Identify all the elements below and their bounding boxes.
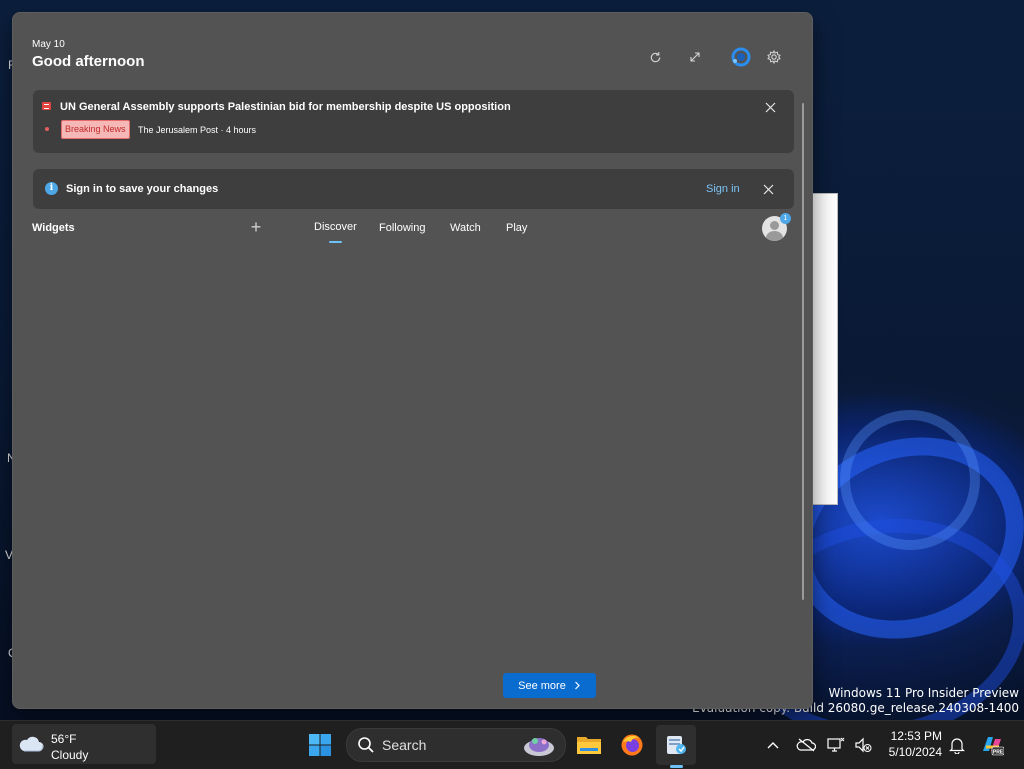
refresh-icon [650,51,660,62]
settings-button[interactable] [763,46,785,68]
watermark-line-1: Windows 11 Pro Insider Preview [828,686,1019,700]
date-label: May 10 [32,39,65,50]
onedrive-button[interactable] [794,733,818,757]
taskbar-search-box[interactable]: Search [346,728,566,762]
sign-in-banner: i Sign in to save your changes Sign in [33,169,794,209]
avatar-head [770,221,779,230]
network-button[interactable] [824,733,848,757]
news-source-icon [42,102,51,110]
tab-following[interactable]: Following [379,222,425,234]
greeting-title: Good afternoon [32,53,145,70]
add-widget-button[interactable]: + [247,218,265,236]
start-icon [309,734,331,756]
info-icon: i [45,182,58,195]
sign-in-link[interactable]: Sign in [706,183,740,195]
widgets-section-label: Widgets [32,222,75,234]
copilot-taskbar-button[interactable]: PRE [980,733,1004,757]
file-explorer-button[interactable] [569,725,609,765]
network-icon [827,737,845,752]
tab-watch[interactable]: Watch [450,222,481,234]
chevron-right-icon [574,681,580,690]
search-highlight-icon [524,738,554,756]
refresh-button[interactable] [644,46,666,68]
dismiss-news-button[interactable] [760,97,780,117]
search-icon [358,737,374,753]
svg-text:PRE: PRE [993,750,1004,756]
settings-icon [767,50,781,64]
weather-widget[interactable]: 56°F Cloudy [12,724,156,764]
copilot-icon [731,47,751,67]
widgets-panel: May 10 Good afternoon UN General Assembl… [12,12,813,709]
active-tab-indicator [329,241,342,243]
wallpaper-swirl [840,410,980,550]
news-source: The Jerusalem Post · 4 hours [138,125,257,135]
firefox-button[interactable] [612,725,652,765]
weather-temperature: 56°F [51,732,77,746]
onedrive-icon [796,738,816,752]
feed-scrollbar[interactable] [802,103,804,600]
news-headline[interactable]: UN General Assembly supports Palestinian… [60,101,511,113]
tab-play[interactable]: Play [506,222,527,234]
breaking-news-card[interactable]: UN General Assembly supports Palestinian… [33,90,794,153]
tab-discover[interactable]: Discover [314,221,357,233]
close-icon [765,102,775,112]
live-dot-icon [45,127,49,131]
chevron-up-icon [767,742,779,749]
show-hidden-icons-button[interactable] [761,733,785,757]
firefox-icon [621,734,643,756]
copilot-pre-icon: PRE [983,737,1004,756]
expand-icon [690,52,700,62]
close-icon [763,184,773,194]
notification-count-badge: 1 [780,213,791,224]
search-placeholder: Search [382,737,427,753]
expand-button[interactable] [684,46,706,68]
see-more-label: See more [518,679,566,692]
open-app-button[interactable] [656,725,696,765]
clock-date: 5/10/2024 [888,745,942,759]
taskbar: 56°F Cloudy Search 12:53 PM 5/10/2024 PR… [0,720,1024,769]
volume-muted-icon [855,737,872,753]
see-more-button[interactable]: See more [503,673,596,698]
cloud-icon [19,736,44,752]
dismiss-sign-in-button[interactable] [758,179,778,199]
volume-button[interactable] [851,733,875,757]
weather-condition: Cloudy [51,748,89,762]
file-explorer-icon [577,737,601,754]
avatar-body [766,231,783,241]
start-button[interactable] [300,725,340,765]
notifications-button[interactable] [945,733,969,757]
app-icon [667,736,686,754]
breaking-news-badge: Breaking News [61,120,130,139]
clock-time: 12:53 PM [890,729,942,743]
copilot-button[interactable] [730,46,752,68]
notification-bell-icon [949,737,965,754]
system-clock[interactable]: 12:53 PM 5/10/2024 [876,728,942,760]
sign-in-message: Sign in to save your changes [66,183,219,195]
